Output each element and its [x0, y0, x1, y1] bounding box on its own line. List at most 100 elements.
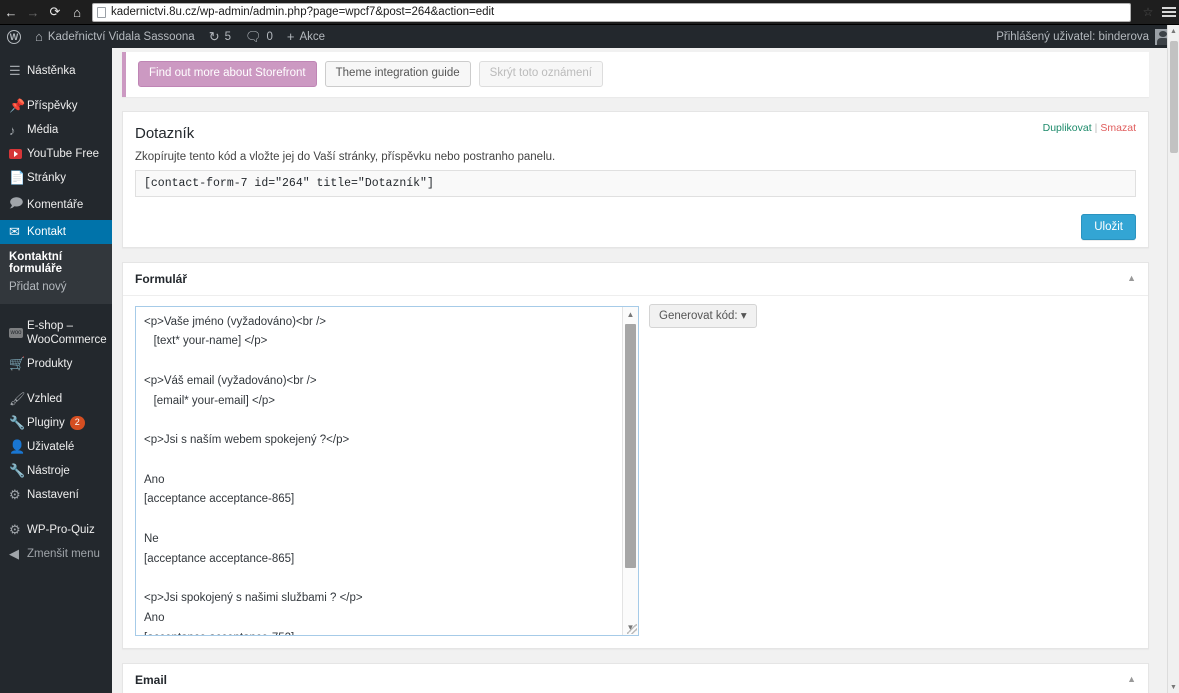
form-content-textarea[interactable]: <p>Vaše jméno (vyžadováno)<br /> [text* … [135, 305, 639, 636]
sidebar-submenu-kontakt: Kontaktní formuláře Přidat nový [0, 244, 112, 304]
reload-button[interactable]: ⟳ [44, 0, 66, 24]
admin-sidebar-menu: ☰ Nástěnka 📌 Příspěvky ♪ Média YouTube F… [0, 48, 120, 693]
sidebar-item-label: Zmenšit menu [27, 547, 100, 560]
wp-logo-button[interactable]: W [0, 25, 28, 48]
form-postbox-title: Formulář [135, 271, 188, 286]
sidebar-item-youtube-free[interactable]: YouTube Free [0, 142, 112, 166]
star-glyph: ☆ [1142, 5, 1154, 19]
sidebar-item-label: Stránky [27, 171, 66, 184]
sidebar-item-products[interactable]: 🛒 Produkty [0, 352, 112, 376]
admin-content-area: Find out more about Storefront Theme int… [112, 48, 1167, 693]
sidebar-item-label: Vzhled [27, 392, 63, 405]
new-content-button[interactable]: + Akce [280, 25, 332, 48]
comments-button[interactable]: 🗨 0 [238, 25, 280, 48]
scroll-up-arrow-icon[interactable]: ▲ [623, 307, 638, 322]
sidebar-item-pages[interactable]: 📄 Stránky [0, 166, 112, 190]
chevron-down-icon: ▾ [740, 309, 747, 322]
sidebar-item-appearance[interactable]: 🖌 Vzhled [0, 387, 112, 411]
sidebar-item-collapse-menu[interactable]: ◀ Zmenšit menu [0, 542, 112, 566]
plugin-icon: 🔧 [9, 414, 26, 430]
page-icon [97, 6, 106, 18]
woocommerce-icon: woo [9, 328, 23, 339]
title-row-actions: Duplikovat | Smazat [1043, 122, 1136, 134]
youtube-icon [9, 149, 27, 159]
page-scroll-thumb[interactable] [1170, 41, 1178, 153]
sidebar-item-tools[interactable]: 🔧 Nástroje [0, 459, 112, 483]
menu-spacer [0, 507, 112, 518]
bookmark-star-icon[interactable]: ☆ [1137, 5, 1159, 19]
delete-link[interactable]: Smazat [1100, 122, 1136, 134]
form-postbox: Formulář ▲ <p>Vaše jméno (vyžadováno)<br… [122, 261, 1149, 649]
comment-icon: 🗩 [9, 195, 24, 210]
sidebar-item-label: Komentáře [27, 198, 84, 211]
site-name-label: Kadeřnictví Vidala Sassoona [47, 30, 195, 43]
sidebar-subitem-label: Přidat nový [9, 281, 67, 293]
page-scroll-up-icon[interactable]: ▲ [1168, 25, 1179, 37]
sidebar-item-media[interactable]: ♪ Média [0, 118, 112, 142]
browser-menu-icon[interactable] [1159, 5, 1179, 19]
url-text: kadernictvi.8u.cz/wp-admin/admin.php?pag… [111, 6, 495, 18]
sidebar-item-comments[interactable]: 🗩 Komentáře [0, 190, 112, 220]
textarea-scrollbar[interactable]: ▲ ▼ [622, 306, 638, 635]
sidebar-item-label: Média [27, 123, 59, 136]
home-icon: ⌂ [35, 29, 43, 44]
sidebar-item-settings[interactable]: ⚙ Nastavení [0, 483, 112, 507]
save-button[interactable]: Uložit [1081, 213, 1136, 240]
update-icon: ↻ [208, 29, 220, 44]
sidebar-item-users[interactable]: 👤 Uživatelé [0, 435, 112, 459]
plugin-update-badge: 2 [69, 415, 85, 430]
sidebar-subitem-contact-forms[interactable]: Kontaktní formuláře [0, 248, 112, 278]
generate-tag-button[interactable]: Generovat kód: ▾ [649, 303, 757, 328]
sidebar-subitem-label: Kontaktní formuláře [9, 251, 63, 275]
wp-admin-bar: W ⌂ Kadeřnictví Vidala Sassoona ↻ 5 🗨 0 … [0, 25, 1179, 48]
sidebar-item-label: WP-Pro-Quiz [27, 523, 95, 536]
dashboard-icon: ☰ [9, 63, 21, 78]
plus-icon: + [286, 29, 295, 44]
cart-icon: 🛒 [9, 355, 26, 371]
save-row: Uložit [135, 213, 1136, 240]
shortcode-input[interactable]: [contact-form-7 id="264" title="Dotazník… [135, 169, 1136, 197]
page-scroll-down-icon[interactable]: ▼ [1168, 681, 1179, 693]
user-greeting-label[interactable]: Přihlášený uživatel: binderova [996, 31, 1155, 43]
chevron-up-icon[interactable]: ▲ [1127, 274, 1136, 283]
menu-spacer [0, 48, 112, 59]
sidebar-item-label: YouTube Free [27, 147, 100, 160]
updates-button[interactable]: ↻ 5 [202, 25, 238, 48]
settings-sliders-icon: ⚙ [9, 486, 21, 502]
site-name-button[interactable]: ⌂ Kadeřnictví Vidala Sassoona [28, 25, 202, 48]
sidebar-item-dashboard[interactable]: ☰ Nástěnka [0, 59, 112, 83]
duplicate-link[interactable]: Duplikovat [1043, 122, 1092, 134]
chevron-up-icon[interactable]: ▲ [1127, 675, 1136, 684]
browser-chrome: ← → ⟳ ⌂ kadernictvi.8u.cz/wp-admin/admin… [0, 0, 1179, 25]
sidebar-item-label: Pluginy [27, 416, 65, 429]
new-content-label: Akce [299, 30, 326, 43]
sidebar-item-label: E-shop – WooCommerce [27, 320, 107, 347]
find-out-more-storefront-button[interactable]: Find out more about Storefront [138, 61, 317, 87]
page-title: Dotazník [135, 124, 195, 142]
sidebar-item-wp-pro-quiz[interactable]: ⚙ WP-Pro-Quiz [0, 518, 112, 542]
sidebar-item-label: Kontakt [27, 225, 66, 238]
sidebar-item-woocommerce[interactable]: woo E-shop – WooCommerce [0, 315, 112, 352]
home-icon: ⌂ [73, 4, 81, 20]
back-button[interactable]: ← [0, 0, 22, 24]
sidebar-item-kontakt[interactable]: ✉ Kontakt [0, 220, 120, 244]
sidebar-item-posts[interactable]: 📌 Příspěvky [0, 94, 112, 118]
dismiss-notice-button[interactable]: Skrýt toto oznámení [478, 61, 603, 87]
home-button[interactable]: ⌂ [66, 0, 88, 24]
page-scrollbar[interactable]: ▲ ▼ [1167, 25, 1179, 693]
theme-integration-guide-button[interactable]: Theme integration guide [324, 61, 471, 87]
form-postbox-header[interactable]: Formulář ▲ [123, 263, 1148, 296]
forward-button[interactable]: → [22, 0, 44, 24]
email-postbox-title: Email [135, 672, 168, 687]
admin-bar-right: Přihlášený uživatel: binderova [996, 28, 1179, 45]
comment-bubble-icon: 🗨 [245, 29, 262, 44]
sidebar-subitem-add-new[interactable]: Přidat nový [0, 278, 112, 296]
address-bar[interactable]: kadernictvi.8u.cz/wp-admin/admin.php?pag… [92, 2, 1131, 22]
sidebar-item-plugins[interactable]: 🔧 Pluginy 2 [0, 411, 112, 435]
sidebar-item-label: Příspěvky [27, 99, 78, 112]
email-postbox-header[interactable]: Email ▲ [123, 664, 1148, 693]
textarea-scroll-thumb[interactable] [625, 323, 636, 568]
textarea-resize-handle[interactable] [627, 623, 637, 634]
wrench-icon: 🔧 [9, 462, 26, 478]
comments-count: 0 [266, 30, 273, 43]
